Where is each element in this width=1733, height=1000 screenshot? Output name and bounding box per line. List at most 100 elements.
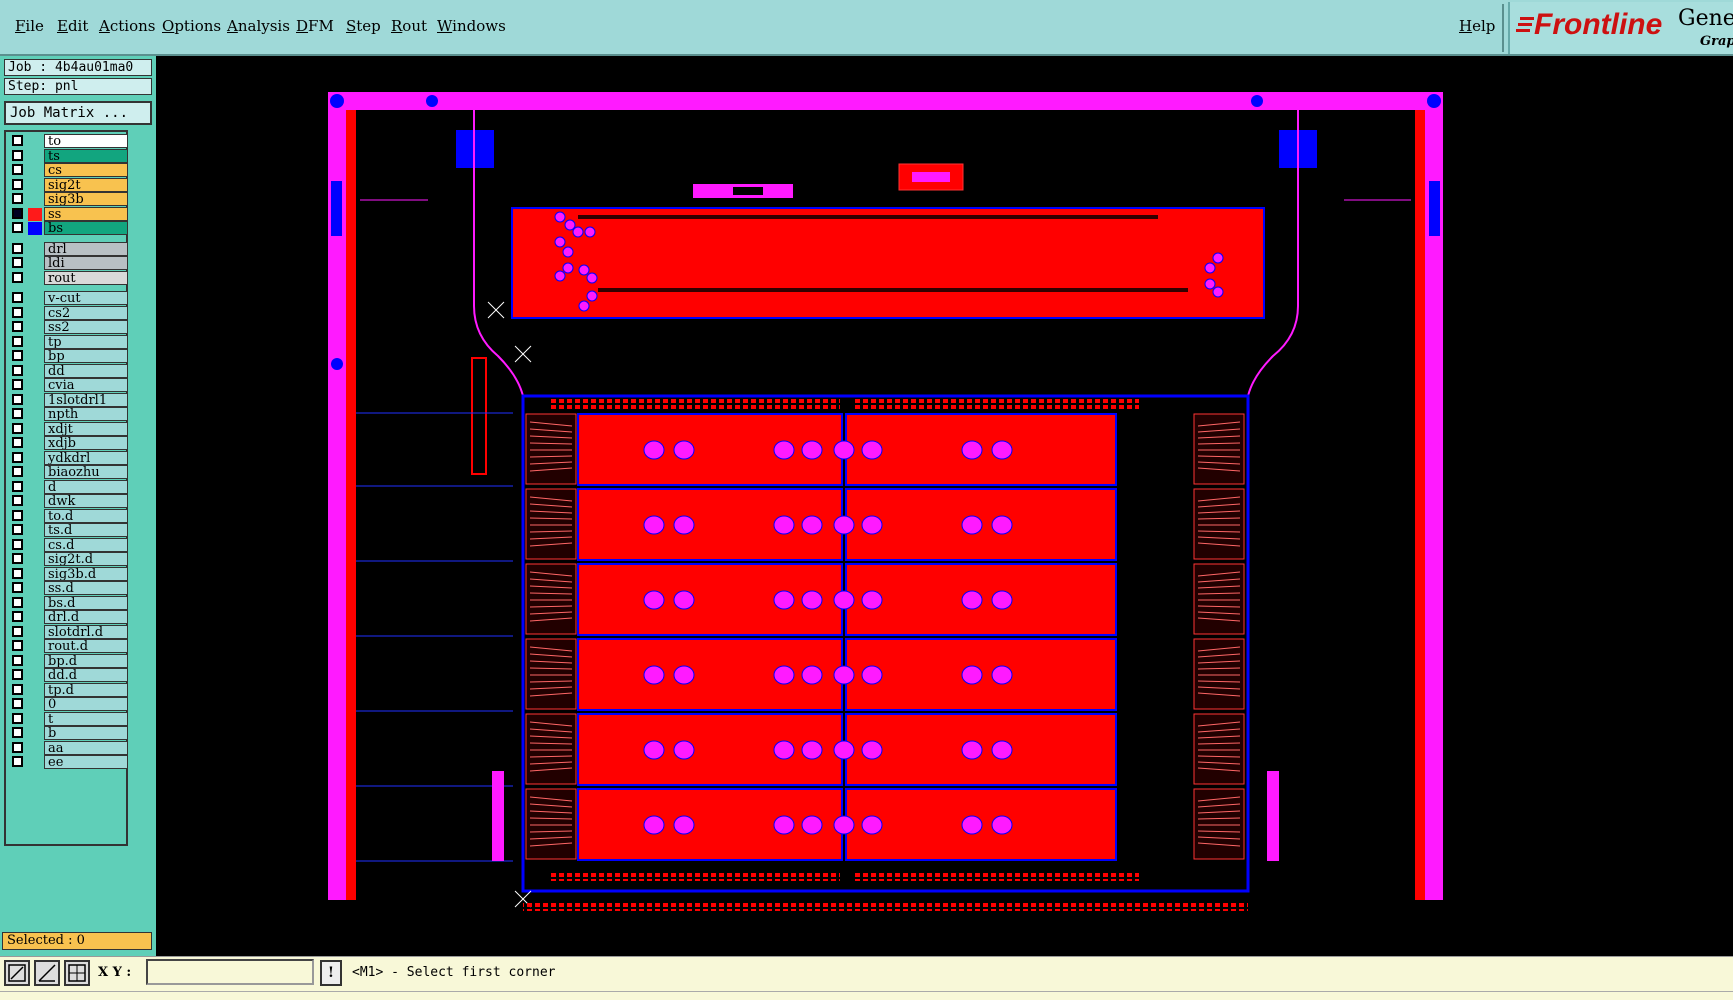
- layer-row-dwk[interactable]: dwk: [8, 494, 128, 509]
- layer-checkbox[interactable]: [12, 625, 23, 637]
- layer-name[interactable]: rout.d: [44, 639, 128, 653]
- layer-name[interactable]: cs2: [44, 305, 128, 320]
- layer-color-swatch[interactable]: [28, 669, 42, 682]
- layer-row-drl[interactable]: drl: [8, 241, 128, 257]
- layer-checkbox[interactable]: [12, 582, 23, 593]
- layer-checkbox[interactable]: [12, 756, 23, 767]
- layer-checkbox[interactable]: [12, 242, 23, 254]
- layer-row-biaozhu[interactable]: biaozhu: [8, 465, 128, 480]
- layer-color-swatch[interactable]: [28, 271, 42, 285]
- layer-checkbox[interactable]: [12, 741, 23, 753]
- layer-checkbox[interactable]: [12, 335, 23, 347]
- layer-name[interactable]: 0: [44, 697, 128, 711]
- menu-step[interactable]: Step: [346, 17, 381, 35]
- layer-row-dd[interactable]: dd: [8, 363, 128, 379]
- menu-help[interactable]: Help: [1459, 17, 1495, 35]
- layer-color-swatch[interactable]: [28, 164, 42, 177]
- layer-name[interactable]: v-cut: [44, 291, 128, 305]
- layer-name[interactable]: slotdrl.d: [44, 624, 128, 639]
- layer-checkbox[interactable]: [12, 292, 23, 303]
- menu-rout[interactable]: Rout: [391, 17, 427, 35]
- layer-color-swatch[interactable]: [28, 437, 42, 450]
- layer-checkbox[interactable]: [12, 271, 23, 283]
- layer-checkbox[interactable]: [12, 669, 23, 680]
- layer-row-bp[interactable]: bp: [8, 349, 128, 364]
- layer-color-swatch[interactable]: [28, 350, 42, 363]
- layer-name[interactable]: biaozhu: [44, 465, 128, 479]
- layer-name[interactable]: sig3b: [44, 192, 128, 206]
- layer-row-ss2[interactable]: ss2: [8, 320, 128, 335]
- layer-color-swatch[interactable]: [28, 625, 42, 639]
- layer-color-swatch[interactable]: [28, 741, 42, 755]
- layer-name[interactable]: sig3b.d: [44, 566, 128, 581]
- layer-color-swatch[interactable]: [28, 756, 42, 769]
- menu-dfm[interactable]: DFM: [296, 17, 334, 35]
- layer-color-swatch[interactable]: [28, 698, 42, 711]
- layer-name[interactable]: dwk: [44, 494, 128, 508]
- layer-name[interactable]: sig2t.d: [44, 552, 128, 566]
- layer-row-sig2t[interactable]: sig2t: [8, 177, 128, 193]
- layer-name[interactable]: tp: [44, 334, 128, 349]
- layer-color-swatch[interactable]: [28, 193, 42, 206]
- layer-row-cvia[interactable]: cvia: [8, 378, 128, 393]
- layer-row-d[interactable]: d: [8, 479, 128, 495]
- layer-checkbox[interactable]: [12, 654, 23, 666]
- layer-name[interactable]: bp: [44, 349, 128, 363]
- layer-row-v-cut[interactable]: v-cut: [8, 291, 128, 306]
- layer-checkbox[interactable]: [12, 437, 23, 448]
- layer-row-ss[interactable]: ss: [8, 206, 128, 222]
- layer-color-swatch[interactable]: [28, 422, 42, 436]
- layer-checkbox[interactable]: [12, 466, 23, 477]
- layer-checkbox[interactable]: [12, 306, 23, 318]
- layer-color-swatch[interactable]: [28, 466, 42, 479]
- layer-row-0[interactable]: 0: [8, 697, 128, 712]
- layer-row-ydkdrl[interactable]: ydkdrl: [8, 450, 128, 466]
- layer-checkbox[interactable]: [12, 509, 23, 521]
- layer-name[interactable]: bp.d: [44, 653, 128, 668]
- layer-checkbox[interactable]: [12, 727, 23, 738]
- menu-actions[interactable]: Actions: [99, 17, 155, 35]
- layer-checkbox[interactable]: [12, 495, 23, 506]
- layer-name[interactable]: bs.d: [44, 595, 128, 610]
- layer-row-rout-d[interactable]: rout.d: [8, 639, 128, 654]
- layer-row-rout[interactable]: rout: [8, 270, 128, 286]
- layer-name[interactable]: ss: [44, 206, 128, 221]
- measure-button[interactable]: [34, 960, 60, 986]
- layer-name[interactable]: rout: [44, 270, 128, 285]
- layer-name[interactable]: aa: [44, 740, 128, 755]
- layer-color-swatch[interactable]: [28, 640, 42, 653]
- layer-name[interactable]: cs.d: [44, 537, 128, 552]
- layer-color-swatch[interactable]: [28, 451, 42, 465]
- layer-row-1slotdrl1[interactable]: 1slotdrl1: [8, 392, 128, 408]
- layer-color-swatch[interactable]: [28, 683, 42, 697]
- layer-color-swatch[interactable]: [28, 149, 42, 163]
- layer-checkbox[interactable]: [12, 480, 23, 492]
- layer-name[interactable]: dd.d: [44, 668, 128, 682]
- layer-checkbox[interactable]: [12, 451, 23, 463]
- layer-color-swatch[interactable]: [28, 257, 42, 270]
- layer-color-swatch[interactable]: [28, 242, 42, 256]
- layer-name[interactable]: npth: [44, 407, 128, 421]
- layer-row-ldi[interactable]: ldi: [8, 256, 128, 271]
- layer-checkbox[interactable]: [12, 683, 23, 695]
- layer-row-tp[interactable]: tp: [8, 334, 128, 350]
- layer-color-swatch[interactable]: [28, 712, 42, 726]
- layer-row-cs[interactable]: cs: [8, 163, 128, 178]
- layer-checkbox[interactable]: [12, 596, 23, 608]
- layer-row-ss-d[interactable]: ss.d: [8, 581, 128, 596]
- layer-checkbox[interactable]: [12, 393, 23, 405]
- layer-color-swatch[interactable]: [28, 553, 42, 566]
- layer-checkbox[interactable]: [12, 408, 23, 419]
- layer-color-swatch[interactable]: [28, 582, 42, 595]
- layer-color-swatch[interactable]: [28, 538, 42, 552]
- layer-row-bs[interactable]: bs: [8, 221, 128, 236]
- layer-checkbox[interactable]: [12, 149, 23, 161]
- layer-checkbox[interactable]: [12, 698, 23, 709]
- layer-color-swatch[interactable]: [28, 306, 42, 320]
- layer-color-swatch[interactable]: [28, 727, 42, 740]
- layer-checkbox[interactable]: [12, 524, 23, 535]
- menu-file[interactable]: File: [15, 17, 44, 35]
- layer-color-swatch[interactable]: [28, 321, 42, 334]
- layer-name[interactable]: ss.d: [44, 581, 128, 595]
- layer-name[interactable]: drl: [44, 241, 128, 256]
